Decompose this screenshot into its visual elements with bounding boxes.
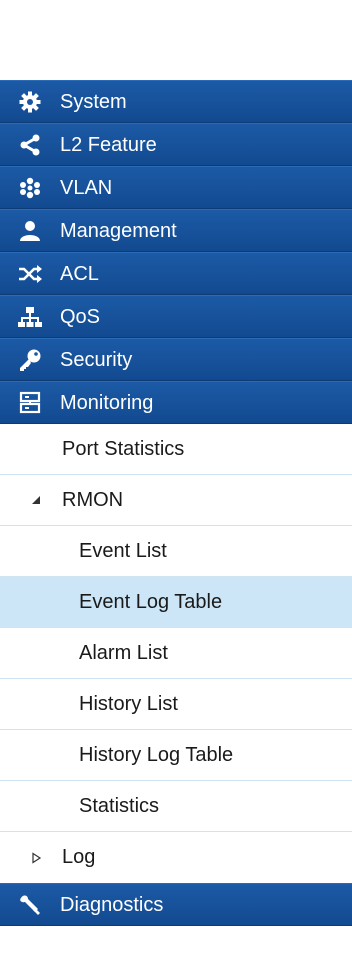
shuffle-icon (17, 261, 43, 287)
submenu-item-label: Port Statistics (62, 437, 185, 460)
nav-item-security[interactable]: Security (0, 338, 352, 381)
nav-item-label: VLAN (60, 176, 113, 199)
nav-item-label: ACL (60, 262, 99, 285)
collapse-triangle-icon[interactable] (24, 851, 48, 864)
submenu-item-label: RMON (62, 488, 124, 511)
submenu-item-label: Log (62, 846, 96, 868)
key-icon (17, 347, 43, 373)
network-icon (17, 304, 43, 330)
submenu-item-history-list[interactable]: History List (0, 679, 352, 730)
gear-icon (17, 89, 43, 115)
monitoring-submenu: Port Statistics RMON Event List Event Lo… (0, 424, 352, 883)
nav-item-acl[interactable]: ACL (0, 252, 352, 295)
submenu-item-event-list[interactable]: Event List (0, 526, 352, 577)
submenu-item-port-statistics[interactable]: Port Statistics (0, 424, 352, 475)
nav-item-label: Management (60, 219, 177, 242)
nav-item-label: System (60, 90, 127, 113)
submenu-item-event-log-table[interactable]: Event Log Table (0, 577, 352, 628)
nav-item-diagnostics[interactable]: Diagnostics (0, 883, 352, 926)
nav-item-vlan[interactable]: VLAN (0, 166, 352, 209)
submenu-item-alarm-list[interactable]: Alarm List (0, 628, 352, 679)
submenu-item-statistics[interactable]: Statistics (0, 781, 352, 832)
nav-item-label: Security (60, 348, 133, 371)
submenu-item-history-log-table[interactable]: History Log Table (0, 730, 352, 781)
expand-triangle-icon[interactable] (24, 494, 48, 506)
side-navigation: System L2 Feature VLAN Management ACL Qo… (0, 80, 352, 926)
nav-item-system[interactable]: System (0, 80, 352, 123)
monitor-icon (17, 390, 43, 416)
submenu-item-log[interactable]: Log (0, 832, 352, 883)
submenu-item-label: History List (79, 692, 178, 715)
submenu-item-label: Alarm List (79, 641, 168, 664)
nav-item-qos[interactable]: QoS (0, 295, 352, 338)
wrench-icon (17, 892, 43, 918)
submenu-item-label: Statistics (79, 794, 160, 817)
share-icon (17, 132, 43, 158)
submenu-item-label: Event Log Table (79, 590, 223, 613)
submenu-item-label: History Log Table (79, 743, 234, 766)
vlan-icon (17, 175, 43, 201)
user-icon (17, 218, 43, 244)
nav-item-label: L2 Feature (60, 133, 157, 156)
nav-item-management[interactable]: Management (0, 209, 352, 252)
submenu-item-rmon[interactable]: RMON (0, 475, 352, 526)
nav-item-l2-feature[interactable]: L2 Feature (0, 123, 352, 166)
nav-item-label: QoS (60, 305, 101, 328)
nav-item-label: Diagnostics (60, 893, 164, 916)
submenu-item-label: Event List (79, 539, 167, 562)
nav-item-label: Monitoring (60, 391, 154, 414)
nav-item-monitoring[interactable]: Monitoring (0, 381, 352, 424)
